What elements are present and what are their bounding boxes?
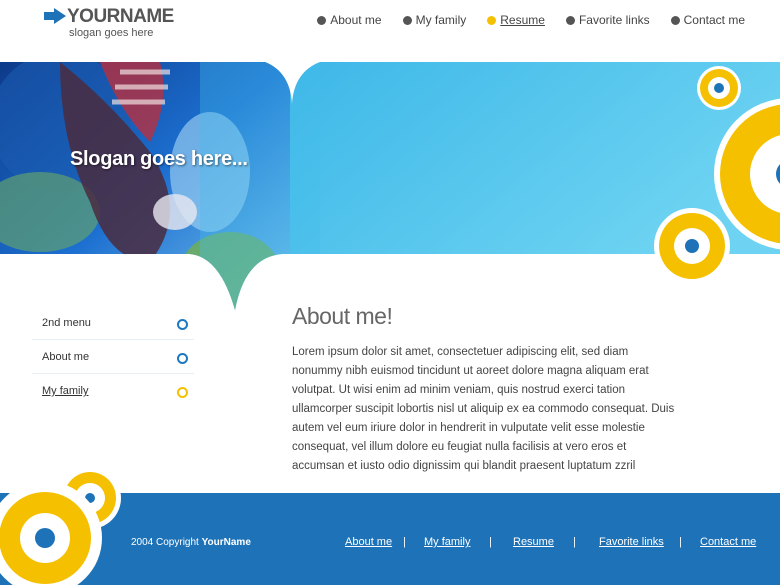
decorative-circles-top <box>654 66 780 284</box>
nav-item-contact-me[interactable]: Contact me <box>670 13 745 27</box>
arrow-right-icon <box>44 8 66 24</box>
nav-item-resume[interactable]: Resume <box>487 13 545 27</box>
body-text: Lorem ipsum dolor sit amet, consectetuer… <box>292 346 675 472</box>
hero-banner: Slogan goes here... <box>0 62 780 312</box>
footer-separator: | <box>489 536 492 548</box>
logo-name: YOURNAME <box>67 6 174 27</box>
logo-slogan: slogan goes here <box>69 27 154 39</box>
side-menu-item-label: My family <box>42 385 89 397</box>
nav-item-about-me[interactable]: About me <box>317 13 382 27</box>
side-menu-item-label: 2nd menu <box>42 316 91 329</box>
nav-item-label: Contact me <box>683 13 745 27</box>
footer-separator: | <box>573 536 576 548</box>
footer-link-my-family[interactable]: My family <box>424 536 470 548</box>
nav-item-my-family[interactable]: My family <box>402 13 467 27</box>
footer-separator: | <box>403 536 406 548</box>
side-menu: 2nd menu About me My family <box>32 306 194 408</box>
dot-icon <box>317 15 327 25</box>
top-navigation: About me My family Resume Favorite links… <box>296 13 745 27</box>
side-menu-item-my-family[interactable]: My family <box>32 374 194 408</box>
side-menu-item-about-me[interactable]: About me <box>32 340 194 374</box>
copyright-prefix: 2004 Copyright <box>131 537 202 548</box>
nav-item-label: Favorite links <box>578 13 650 27</box>
side-menu-item-label: About me <box>42 350 90 363</box>
ring-icon <box>177 353 188 364</box>
main-content: About me! Lorem ipsum dolor sit amet, co… <box>292 303 676 476</box>
footer-link-contact-me[interactable]: Contact me <box>700 536 756 548</box>
nav-item-label: About me <box>330 13 382 27</box>
ring-icon <box>177 319 188 330</box>
dot-icon <box>670 15 680 25</box>
nav-item-label: My family <box>415 13 467 27</box>
dot-icon <box>565 15 575 25</box>
dot-icon <box>402 15 412 25</box>
decorative-circles-bottom <box>0 468 121 585</box>
footer-copyright: 2004 Copyright YourName <box>131 537 251 548</box>
ring-icon <box>177 387 188 398</box>
footer-link-favorite-links[interactable]: Favorite links <box>599 536 664 548</box>
page-title: About me! <box>292 303 393 329</box>
footer-link-resume[interactable]: Resume <box>513 536 554 548</box>
nav-item-favorite-links[interactable]: Favorite links <box>565 13 650 27</box>
footer-link-about-me[interactable]: About me <box>345 536 392 548</box>
dot-icon <box>487 15 497 25</box>
footer-separator: | <box>679 536 682 548</box>
side-menu-item-2nd-menu[interactable]: 2nd menu <box>32 306 194 340</box>
nav-item-label: Resume <box>500 13 545 27</box>
hero-slogan: Slogan goes here... <box>70 148 248 170</box>
copyright-name: YourName <box>201 537 251 548</box>
